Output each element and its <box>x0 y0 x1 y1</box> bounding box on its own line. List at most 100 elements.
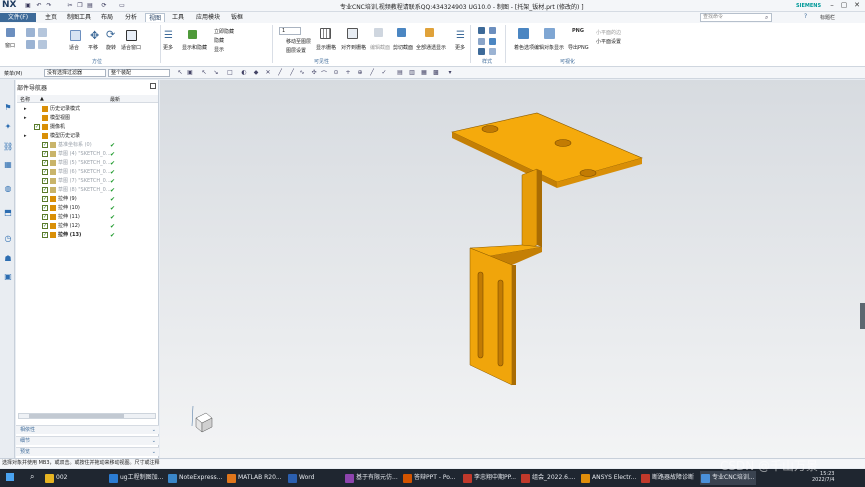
snap-grid-icon[interactable] <box>347 28 358 39</box>
search-icon[interactable]: ⌕ <box>765 14 768 22</box>
tab-sheet-frame[interactable]: 钣框 <box>228 13 246 22</box>
view-icon[interactable]: ▤ <box>396 69 404 77</box>
crosshair-icon[interactable]: + <box>344 69 352 77</box>
tree-node[interactable]: ✓ 草图 (6) "SKETCH_0... ✔ <box>18 168 156 177</box>
cut-icon[interactable]: ✂ <box>66 2 74 9</box>
main-menu-button[interactable]: 菜单(M) <box>4 70 22 77</box>
shading-icon[interactable] <box>489 48 496 55</box>
show-grid-label[interactable]: 显示栅格 <box>316 44 336 51</box>
window-button-label[interactable]: 窗口 <box>5 42 15 49</box>
snap-icon[interactable]: ✕ <box>264 69 272 77</box>
visibility-checkbox[interactable]: ✓ <box>42 151 48 157</box>
tree-node[interactable]: ▸ 历史记录模式 <box>18 105 156 114</box>
center-point-icon[interactable]: ⊙ <box>332 69 340 77</box>
edit-display-icon[interactable] <box>544 28 555 39</box>
taskbar-app[interactable]: 断路器故障诊断 <box>640 471 698 485</box>
search-icon[interactable]: ⌕ <box>30 472 34 482</box>
shading-icon[interactable] <box>489 38 496 45</box>
tree-node[interactable]: ✓ 拉伸 (10) ✔ <box>18 204 156 213</box>
taskbar-app[interactable]: 答辩PPT - Po... <box>402 471 460 485</box>
column-name-header[interactable]: 名称 <box>20 96 30 103</box>
facet-settings-label[interactable]: 小平面设置 <box>596 38 621 45</box>
show-hide-button-label[interactable]: 显示和隐藏 <box>182 44 207 51</box>
side-handle[interactable] <box>860 303 865 329</box>
constraint-navigator-icon[interactable]: ⛓ <box>3 142 13 152</box>
web-browser-icon[interactable]: ◍ <box>3 184 13 194</box>
undo-icon[interactable]: ↶ <box>35 2 43 9</box>
face-select-icon[interactable]: ◆ <box>252 69 260 77</box>
show-label[interactable]: 显示 <box>214 46 224 53</box>
hide-now-label[interactable]: 立即隐藏 <box>214 28 234 35</box>
expand-icon[interactable]: ▸ <box>24 105 27 114</box>
clock-icon[interactable]: ◷ <box>3 234 13 244</box>
tab-view[interactable]: 视图 <box>145 13 166 22</box>
palette-icon[interactable]: ▦ <box>3 160 13 170</box>
expand-icon[interactable]: ▸ <box>24 114 27 123</box>
line-icon[interactable]: ╱ <box>276 69 284 77</box>
visibility-checkbox[interactable]: ✓ <box>34 124 40 130</box>
tree-node[interactable]: ▸ 模型视图 <box>18 114 156 123</box>
taskbar-app[interactable]: 组会_2022.6.... <box>520 471 578 485</box>
clip-section-label[interactable]: 剪切截面 <box>393 44 413 51</box>
visibility-checkbox[interactable]: ✓ <box>42 187 48 193</box>
clip-section-icon[interactable] <box>397 28 406 37</box>
more-visibility-icon[interactable]: ☰ <box>456 30 465 41</box>
column-latest-header[interactable]: 最新 <box>110 96 120 103</box>
tree-node[interactable]: ✓ 摄像机 <box>18 123 156 132</box>
shading-icon[interactable] <box>478 48 485 55</box>
save-icon[interactable]: ▣ <box>24 2 32 9</box>
history-icon[interactable]: ⬒ <box>3 208 13 218</box>
fit-window-icon[interactable] <box>126 30 137 41</box>
tab-applications[interactable]: 应用模块 <box>193 13 223 22</box>
taskbar-app[interactable]: ANSYS Electr... <box>580 471 638 485</box>
select-cursor-icon[interactable]: ↖ <box>176 69 184 77</box>
line2-icon[interactable]: ╱ <box>288 69 296 77</box>
horizontal-scrollbar[interactable] <box>18 413 156 419</box>
accordion-preview[interactable]: 预览 ⌄ <box>16 447 159 456</box>
arc-icon[interactable]: ⌒ <box>320 69 328 78</box>
fit-icon[interactable] <box>26 28 35 37</box>
taskbar-app[interactable]: NoteExpress... <box>167 471 223 485</box>
minimize-button[interactable]: – <box>826 1 838 11</box>
selection-filter-select[interactable]: 没有选择过滤器 <box>44 69 106 77</box>
view-orient-icon[interactable] <box>38 28 47 37</box>
tree-node[interactable]: ✓ 拉伸 (12) ✔ <box>18 222 156 231</box>
tab-analysis[interactable]: 分析 <box>122 13 140 22</box>
png-icon[interactable]: PNG <box>572 28 584 34</box>
tree-node[interactable]: ✓ 拉伸 (13) ✔ <box>18 231 156 240</box>
shading-icon[interactable] <box>489 27 496 34</box>
tab-home[interactable]: 主页 <box>42 13 60 22</box>
snap-grid2-icon[interactable]: ✣ <box>310 69 318 77</box>
work-layer-select[interactable]: 1 <box>279 27 301 35</box>
paste-icon[interactable]: ▤ <box>86 2 94 9</box>
edit-section-icon[interactable] <box>374 28 383 37</box>
shading-options-icon[interactable] <box>518 28 529 39</box>
accordion-dependencies[interactable]: 相依性 ⌄ <box>16 425 159 434</box>
shading-options-label[interactable]: 着色选项 <box>514 44 534 51</box>
fit-button-label[interactable]: 适合 <box>69 44 79 51</box>
selection-scope-select[interactable]: 整个装配 <box>108 69 170 77</box>
window-icon[interactable] <box>6 28 15 37</box>
file-menu-button[interactable]: 文件(F) <box>0 13 36 22</box>
command-search-input[interactable]: 查找命令 <box>700 13 772 22</box>
visibility-checkbox[interactable]: ✓ <box>42 160 48 166</box>
snap-grid-label[interactable]: 对齐到栅格 <box>341 44 366 51</box>
tree-node[interactable]: ✓ 基准坐标系 (0) ✔ <box>18 141 156 150</box>
tab-layout[interactable]: 布局 <box>98 13 116 22</box>
more-visibility-label[interactable]: 更多 <box>455 44 465 51</box>
tab-drafting-tools[interactable]: 制图工具 <box>64 13 94 22</box>
visibility-checkbox[interactable]: ✓ <box>42 223 48 229</box>
facet-edges-label[interactable]: 小平面的边 <box>596 29 621 36</box>
midpoint-icon[interactable]: ╱ <box>368 69 376 77</box>
titlebar-label[interactable]: 标题栏 <box>820 14 835 21</box>
deselect-icon[interactable]: ↘ <box>212 69 220 77</box>
tree-node[interactable]: ✓ 草图 (4) "SKETCH_0... ✔ <box>18 150 156 159</box>
tree-node[interactable]: ▸ 模型历史记录 <box>18 132 156 141</box>
hide-label[interactable]: 隐藏 <box>214 37 224 44</box>
visibility-checkbox[interactable]: ✓ <box>42 214 48 220</box>
show-hide-icon[interactable] <box>188 30 197 39</box>
help-icon[interactable]: ? <box>804 13 807 20</box>
point-on-curve-icon[interactable]: ✓ <box>380 69 388 77</box>
pan-icon[interactable]: ✥ <box>90 29 99 42</box>
edit-section-label[interactable]: 编辑截面 <box>370 44 390 51</box>
